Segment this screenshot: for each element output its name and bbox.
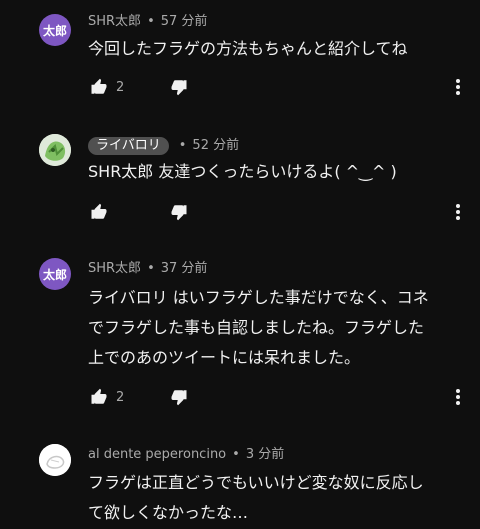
comment-author[interactable]: SHR太郎 xyxy=(88,261,141,276)
comment-text-line: ライバロリ はいフラゲした事だけでなく、コネ xyxy=(88,288,429,307)
comment-time[interactable]: 3 分前 xyxy=(246,447,284,462)
more-vert-icon[interactable] xyxy=(448,76,468,98)
comment-author-chip[interactable]: ライバロリ xyxy=(88,137,169,155)
comment-text: 今回したフラゲの方法もちゃんと紹介してね xyxy=(88,34,468,64)
comment-actions xyxy=(88,201,190,223)
thumbs-up-icon[interactable] xyxy=(88,76,110,98)
more-vert-icon[interactable] xyxy=(448,201,468,223)
comment-text-line: て欲しくなかったな… xyxy=(88,503,249,522)
comment-text-line: SHR太郎 友達つくったらいけるよ( ^‿^ ) xyxy=(88,162,397,181)
meta-separator: • xyxy=(147,14,155,29)
comment-meta: ライバロリ • 52 分前 xyxy=(88,136,239,156)
avatar[interactable] xyxy=(39,134,71,166)
thumbs-down-icon[interactable] xyxy=(168,386,190,408)
comment-author[interactable]: al dente peperoncino xyxy=(88,447,226,462)
comment-text-line: 上でのあのツイートには呆れました。 xyxy=(88,348,361,367)
comment-text: ライバロリ はいフラゲした事だけでなく、コネ でフラゲした事も自認しましたね。フ… xyxy=(88,283,468,373)
comment-actions: 2 xyxy=(88,386,190,408)
avatar-label: 太郎 xyxy=(42,267,67,282)
comment-time[interactable]: 37 分前 xyxy=(161,261,208,276)
thumbs-up-icon[interactable] xyxy=(88,386,110,408)
avatar[interactable] xyxy=(39,444,71,476)
avatar-label: 太郎 xyxy=(42,23,67,38)
thumbs-down-icon[interactable] xyxy=(168,76,190,98)
avatar-image xyxy=(39,444,71,476)
comment-time[interactable]: 57 分前 xyxy=(161,14,208,29)
more-vert-icon[interactable] xyxy=(448,386,468,408)
avatar-image xyxy=(39,134,71,166)
like-count: 2 xyxy=(116,389,125,405)
meta-separator: • xyxy=(147,261,155,276)
thumbs-down-icon[interactable] xyxy=(168,201,190,223)
meta-separator: • xyxy=(178,138,187,153)
comment-actions: 2 xyxy=(88,76,190,98)
meta-separator: • xyxy=(232,447,240,462)
comment-meta: SHR太郎 • 37 分前 xyxy=(88,259,207,279)
comment-text-line: でフラゲした事も自認しましたね。フラゲした xyxy=(88,318,425,337)
avatar[interactable]: 太郎 xyxy=(39,258,71,290)
like-count: 2 xyxy=(116,79,125,95)
comment-text-line: 今回したフラゲの方法もちゃんと紹介してね xyxy=(88,39,408,58)
comment-time[interactable]: 52 分前 xyxy=(192,138,239,153)
comment-author[interactable]: SHR太郎 xyxy=(88,14,141,29)
comment-text-line: フラゲは正直どうでもいいけど変な奴に反応し xyxy=(88,473,424,492)
comment-meta: al dente peperoncino • 3 分前 xyxy=(88,445,284,465)
avatar[interactable]: 太郎 xyxy=(39,14,71,46)
thumbs-up-icon[interactable] xyxy=(88,201,110,223)
comment-meta: SHR太郎 • 57 分前 xyxy=(88,12,207,32)
comment-text: SHR太郎 友達つくったらいけるよ( ^‿^ ) xyxy=(88,157,468,187)
comment-text: フラゲは正直どうでもいいけど変な奴に反応し て欲しくなかったな… xyxy=(88,468,468,528)
